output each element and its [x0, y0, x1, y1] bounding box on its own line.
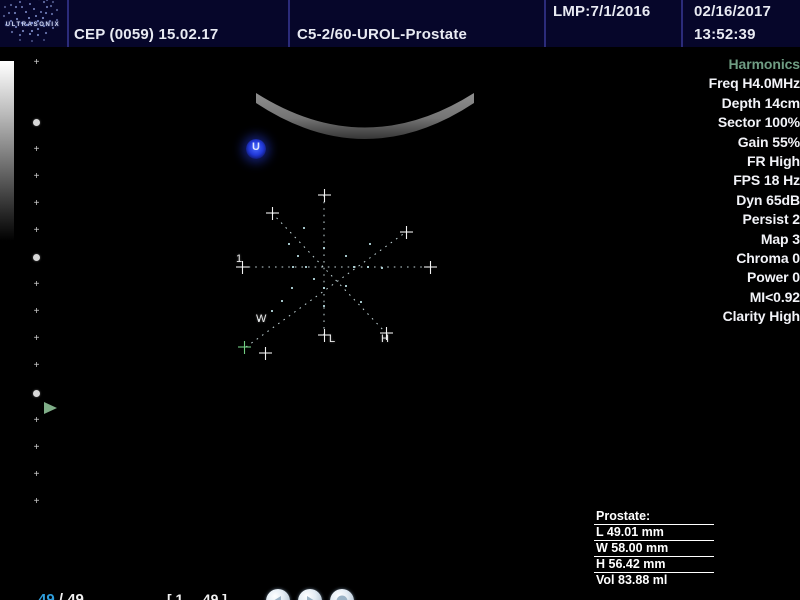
result-width: W 58.00 mm: [594, 541, 714, 557]
imaging-parameters-panel: Harmonics Freq H4.0MHz Depth 14cm Sector…: [681, 55, 800, 327]
result-length: L 49.01 mm: [594, 525, 714, 541]
result-volume: Vol 83.88 ml: [596, 573, 668, 587]
measurement-results-panel: Prostate: L 49.01 mm W 58.00 mm H 56.42 …: [594, 509, 714, 588]
probe-preset-text: C5-2/60-UROL-Prostate: [297, 26, 468, 43]
param-dynamic-range[interactable]: Dyn 65dB: [681, 191, 800, 210]
lmp-date-text: LMP:7/1/2016: [553, 3, 651, 20]
exam-id-text: CEP (0059) 15.02.17: [74, 26, 219, 43]
header-divider-1: [67, 0, 69, 47]
stop-circle-icon: [336, 595, 348, 600]
ultrasonix-logo: ULTRASONIX: [0, 0, 64, 47]
results-title: Prostate:: [594, 509, 714, 525]
frame-range-label: [ 1 ... 49 ]: [167, 591, 227, 600]
param-fps[interactable]: FPS 18 Hz: [681, 171, 800, 190]
frame-counter-current: 49: [38, 591, 55, 600]
ultrasound-image-area[interactable]: + + + + + + + + + + + + + U 1 W L H Pros…: [0, 47, 800, 600]
header-bar: ULTRASONIX CEP (0059) 15.02.17 C5-2/60-U…: [0, 0, 800, 47]
frame-counter: 49 / 49: [38, 591, 84, 600]
param-chroma[interactable]: Chroma 0: [681, 249, 800, 268]
param-sector[interactable]: Sector 100%: [681, 113, 800, 132]
logo-wordmark: ULTRASONIX: [5, 22, 61, 28]
prev-frame-button[interactable]: [266, 589, 290, 600]
param-frequency[interactable]: Freq H4.0MHz: [681, 74, 800, 93]
param-framerate[interactable]: FR High: [681, 152, 800, 171]
stop-button[interactable]: [330, 589, 354, 600]
header-divider-2: [288, 0, 290, 47]
param-clarity[interactable]: Clarity High: [681, 307, 800, 326]
caliper-label-h: H: [381, 333, 389, 345]
play-button[interactable]: [298, 589, 322, 600]
caliper-label-l: L: [329, 333, 336, 345]
param-harmonics[interactable]: Harmonics: [681, 55, 800, 74]
param-gain[interactable]: Gain 55%: [681, 133, 800, 152]
caliper-label-w: W: [256, 313, 267, 325]
study-date-text: 02/16/2017: [694, 3, 772, 20]
caliper-label-1: 1: [236, 253, 243, 265]
prev-triangle-icon: [274, 596, 281, 600]
frame-counter-total: / 49: [58, 591, 84, 600]
play-triangle-icon: [307, 596, 314, 600]
header-divider-4: [681, 0, 683, 47]
param-map[interactable]: Map 3: [681, 230, 800, 249]
header-divider-3: [544, 0, 546, 47]
param-depth[interactable]: Depth 14cm: [681, 94, 800, 113]
study-time-text: 13:52:39: [694, 26, 756, 43]
param-mechanical-index: MI<0.92: [749, 288, 800, 305]
param-persistence[interactable]: Persist 2: [681, 210, 800, 229]
result-height: H 56.42 mm: [594, 557, 714, 573]
param-power[interactable]: Power 0: [681, 268, 800, 287]
